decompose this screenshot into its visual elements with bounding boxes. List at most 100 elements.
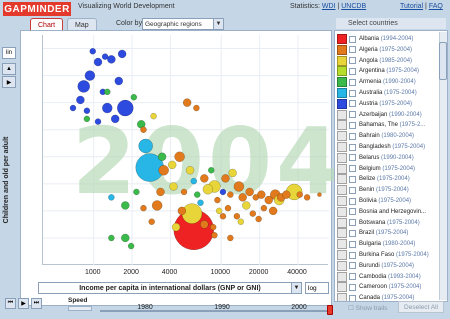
country-checkbox[interactable]	[349, 262, 356, 270]
country-years: (1990-2004)	[389, 111, 422, 118]
country-label: Botswana (1975-2004)	[359, 220, 420, 226]
country-checkbox[interactable]	[349, 229, 356, 237]
color-by-select[interactable]: Geographic regions ▼	[142, 18, 224, 30]
country-years: (1975-2004)	[388, 284, 422, 291]
x-tick-label: 40000	[287, 269, 307, 276]
show-trails-label: Show trails	[355, 305, 388, 312]
country-name: Algeria	[359, 46, 378, 53]
country-checkbox[interactable]	[349, 154, 356, 162]
country-checkbox[interactable]	[349, 175, 356, 183]
country-name: Bahrain	[359, 133, 380, 140]
country-label: Bosnia and Herzegovin...	[359, 209, 426, 215]
country-years: (1975-2004)	[382, 165, 416, 172]
country-label: Austria (1975-2004)	[359, 101, 412, 107]
country-name: Armenia	[359, 79, 382, 86]
country-name: Benin	[359, 187, 375, 194]
country-checkbox[interactable]	[349, 283, 356, 291]
skip-back-icon[interactable]: ⏮	[5, 298, 16, 309]
country-color-swatch	[337, 109, 347, 120]
country-checkbox[interactable]	[349, 143, 356, 151]
country-color-swatch	[337, 260, 347, 271]
country-checkbox[interactable]	[349, 35, 356, 43]
country-checkbox[interactable]	[349, 78, 356, 86]
chevron-down-icon: ▼	[213, 19, 223, 29]
timeline-tick: 2000	[291, 304, 307, 311]
link-wdi[interactable]: WDI	[322, 3, 336, 10]
country-checkbox[interactable]	[349, 89, 356, 97]
country-checkbox[interactable]	[349, 197, 356, 205]
country-label: Belgium (1975-2004)	[359, 166, 415, 172]
country-name: Botswana	[359, 219, 386, 226]
country-years: (1975-2004)	[375, 230, 409, 237]
country-name: Bangladesh	[359, 144, 391, 150]
country-color-swatch	[337, 228, 347, 239]
country-years: (1975-2004)	[379, 46, 413, 53]
x-scale-select[interactable]: log	[305, 282, 329, 294]
y-scale-select[interactable]: lin	[2, 47, 16, 59]
x-tick-label: 10000	[210, 269, 230, 276]
y-axis-label[interactable]: Children and old per adult	[3, 80, 17, 280]
country-years: (1993-2004)	[388, 273, 421, 280]
country-checkbox[interactable]	[349, 67, 356, 75]
x-axis-label-select[interactable]: Income per capita in international dolla…	[38, 282, 302, 294]
speed-slider[interactable]	[68, 306, 92, 311]
country-color-swatch	[337, 34, 347, 44]
country-label: Brazil (1975-2004)	[359, 230, 408, 236]
play-icon[interactable]: ▶	[18, 298, 29, 309]
country-checkbox[interactable]	[349, 219, 356, 227]
timeline-handle[interactable]	[327, 305, 333, 315]
country-name: Burundi	[359, 262, 380, 269]
country-checkbox[interactable]	[349, 57, 356, 65]
country-years: (1975-2004)	[378, 198, 412, 204]
country-name: Belarus	[359, 154, 380, 161]
country-checkbox[interactable]	[349, 111, 356, 119]
y-axis-label-text: Children and old per adult	[3, 136, 10, 224]
country-name: Brazil	[359, 230, 375, 237]
country-label: Cambodia (1993-2004)	[359, 274, 421, 280]
link-uncdb[interactable]: UNCDB	[341, 3, 366, 10]
link-tutorial[interactable]: Tutorial	[400, 3, 423, 10]
country-name: Bulgaria	[359, 241, 382, 248]
country-name: Australia	[359, 90, 383, 96]
country-color-swatch	[337, 174, 347, 185]
country-color-swatch	[337, 206, 347, 217]
country-label: Angola (1985-2004)	[359, 58, 412, 64]
show-trails-checkbox[interactable]: ☐ Show trails	[348, 304, 387, 312]
country-checkbox[interactable]	[349, 165, 356, 173]
country-name: Cambodia	[359, 273, 387, 280]
country-checkbox[interactable]	[349, 294, 356, 301]
skip-forward-icon[interactable]: ⏭	[31, 298, 42, 309]
country-label: Algeria (1975-2004)	[359, 47, 412, 53]
x-tick-label: 1000	[84, 269, 101, 276]
country-checkbox[interactable]	[349, 100, 356, 108]
country-color-swatch	[337, 196, 347, 206]
timeline-tick: 1990	[214, 304, 230, 311]
country-years: (1975-2004)	[384, 90, 417, 96]
country-checkbox[interactable]	[349, 240, 356, 248]
link-faq[interactable]: FAQ	[429, 3, 443, 10]
country-color-swatch	[337, 131, 347, 142]
country-checkbox[interactable]	[349, 208, 356, 216]
country-checkbox[interactable]	[349, 132, 356, 140]
chevron-up-icon[interactable]: ▲	[2, 63, 16, 75]
country-color-swatch	[337, 88, 347, 98]
country-label: Belarus (1990-2004)	[359, 155, 414, 161]
country-checkbox[interactable]	[349, 46, 356, 54]
country-checkbox[interactable]	[349, 251, 356, 259]
country-checkbox[interactable]	[349, 273, 356, 281]
country-label: Belize (1975-2004)	[359, 176, 410, 182]
country-years: (1980-2004)	[382, 241, 416, 248]
help-links: Tutorial | FAQ	[400, 3, 443, 10]
country-label: Argentina (1975-2004)	[359, 68, 419, 74]
scrollbar-thumb[interactable]	[439, 42, 447, 80]
deselect-all-button[interactable]: Deselect All	[398, 301, 444, 313]
country-label: Bahrain (1980-2004)	[359, 133, 414, 139]
country-color-swatch	[337, 44, 347, 55]
color-by-label: Color by:	[116, 20, 145, 27]
country-years: (1975-2004)	[396, 252, 429, 258]
country-color-swatch	[337, 239, 347, 250]
country-checkbox[interactable]	[349, 186, 356, 194]
country-checkbox[interactable]	[349, 121, 356, 129]
country-label: Burundi (1975-2004)	[359, 263, 414, 269]
country-color-swatch	[337, 217, 347, 228]
